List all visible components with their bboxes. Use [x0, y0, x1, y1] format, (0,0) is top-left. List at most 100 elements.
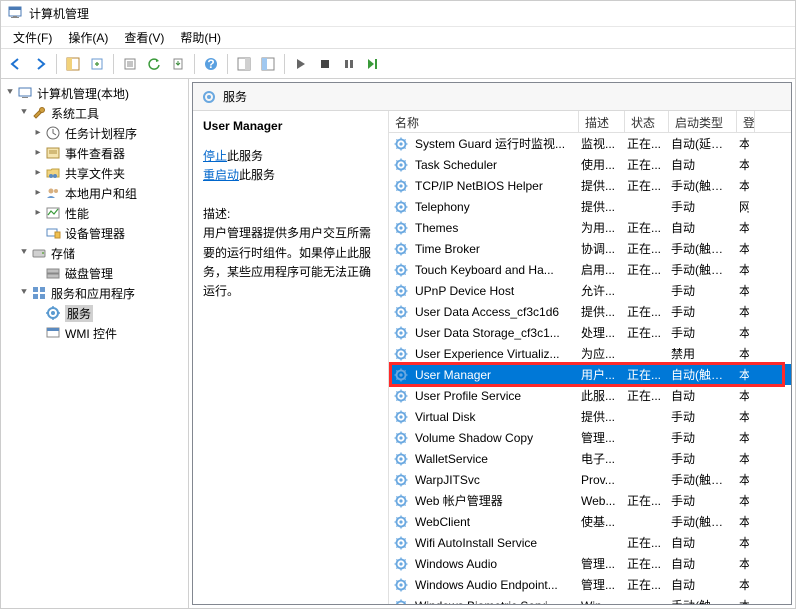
cell-description: 协调... — [577, 240, 623, 257]
col-header-name[interactable]: 名称 — [389, 111, 579, 132]
list-body[interactable]: System Guard 运行时监视...监视...正在...自动(延迟...本… — [389, 133, 791, 604]
pause-service-button[interactable] — [338, 53, 360, 75]
col-header-description[interactable]: 描述 — [579, 111, 625, 132]
disk-management-icon — [45, 265, 61, 281]
menu-view[interactable]: 查看(V) — [116, 27, 172, 48]
service-row[interactable]: Windows Audio管理...正在...自动本 — [389, 553, 791, 574]
cell-logon: 本 — [735, 429, 749, 446]
cell-description: 处理... — [577, 324, 623, 341]
col-header-logon[interactable]: 登 — [737, 111, 755, 132]
export-button[interactable] — [167, 53, 189, 75]
expand-icon[interactable]: ▸ — [31, 208, 45, 218]
show-hide-tree-button[interactable] — [62, 53, 84, 75]
service-row[interactable]: Virtual Disk提供...手动本 — [389, 406, 791, 427]
toolbar-separator — [194, 54, 195, 74]
show-hide-console-tree-button[interactable] — [257, 53, 279, 75]
tree-node-services[interactable]: 服务 — [1, 303, 188, 323]
restart-service-link[interactable]: 重启动 — [203, 168, 239, 182]
service-row[interactable]: TCP/IP NetBIOS Helper提供...正在...手动(触发...本 — [389, 175, 791, 196]
cell-startup: 手动(触发... — [667, 471, 735, 488]
menu-help[interactable]: 帮助(H) — [172, 27, 229, 48]
help-button[interactable]: ? — [200, 53, 222, 75]
expand-icon[interactable]: ▸ — [31, 168, 45, 178]
gear-icon — [393, 451, 409, 467]
start-service-button[interactable] — [290, 53, 312, 75]
cell-description: 管理... — [577, 555, 623, 572]
tree-node-system-tools[interactable]: ⯆ 系统工具 — [1, 103, 188, 123]
back-button[interactable] — [5, 53, 27, 75]
cell-name: Telephony — [411, 200, 577, 214]
list-header: 名称 描述 状态 启动类型 登 — [389, 111, 791, 133]
stop-service-button[interactable] — [314, 53, 336, 75]
properties-button[interactable] — [119, 53, 141, 75]
service-row[interactable]: Touch Keyboard and Ha...启用...正在...手动(触发.… — [389, 259, 791, 280]
toolbar-separator — [113, 54, 114, 74]
cell-description: 提供... — [577, 177, 623, 194]
service-row[interactable]: UPnP Device Host允许...手动本 — [389, 280, 791, 301]
gear-icon — [393, 388, 409, 404]
col-header-status[interactable]: 状态 — [625, 111, 669, 132]
cell-logon: 本 — [735, 555, 749, 572]
expand-icon[interactable]: ⯆ — [17, 248, 31, 258]
tree-node-disk-management[interactable]: 磁盘管理 — [1, 263, 188, 283]
service-row[interactable]: Volume Shadow Copy管理...手动本 — [389, 427, 791, 448]
tree-node-wmi-control[interactable]: WMI 控件 — [1, 323, 188, 343]
cell-name: Volume Shadow Copy — [411, 431, 577, 445]
expand-icon[interactable]: ⯆ — [17, 108, 31, 118]
cell-name: User Data Storage_cf3c1... — [411, 326, 577, 340]
tree-node-performance[interactable]: ▸ 性能 — [1, 203, 188, 223]
service-row[interactable]: User Manager用户...正在...自动(触发...本 — [389, 364, 791, 385]
cell-logon: 本 — [735, 282, 749, 299]
tree-node-local-users[interactable]: ▸ 本地用户和组 — [1, 183, 188, 203]
menu-action[interactable]: 操作(A) — [60, 27, 116, 48]
tree-node-device-manager[interactable]: 设备管理器 — [1, 223, 188, 243]
tree-node-root[interactable]: ⯆ 计算机管理(本地) — [1, 83, 188, 103]
cell-status: 正在... — [623, 219, 667, 236]
tree-node-shared-folders[interactable]: ▸ 共享文件夹 — [1, 163, 188, 183]
service-row[interactable]: Windows Audio Endpoint...管理...正在...自动本 — [389, 574, 791, 595]
restart-service-button[interactable] — [362, 53, 384, 75]
show-hide-action-pane-button[interactable] — [233, 53, 255, 75]
forward-button[interactable] — [29, 53, 51, 75]
tree-node-services-apps[interactable]: ⯆ 服务和应用程序 — [1, 283, 188, 303]
tree-node-event-viewer[interactable]: ▸ 事件查看器 — [1, 143, 188, 163]
cell-description: 允许... — [577, 282, 623, 299]
service-row[interactable]: WarpJITSvcProv...手动(触发...本 — [389, 469, 791, 490]
service-row[interactable]: WalletService电子...手动本 — [389, 448, 791, 469]
service-row[interactable]: Time Broker协调...正在...手动(触发...本 — [389, 238, 791, 259]
service-row[interactable]: Task Scheduler使用...正在...自动本 — [389, 154, 791, 175]
cell-logon: 本 — [735, 219, 749, 236]
service-row[interactable]: User Data Storage_cf3c1...处理...正在...手动本 — [389, 322, 791, 343]
service-row[interactable]: System Guard 运行时监视...监视...正在...自动(延迟...本 — [389, 133, 791, 154]
service-row[interactable]: Themes为用...正在...自动本 — [389, 217, 791, 238]
col-header-startup[interactable]: 启动类型 — [669, 111, 737, 132]
tree-node-task-scheduler[interactable]: ▸ 任务计划程序 — [1, 123, 188, 143]
tree-node-storage[interactable]: ⯆ 存储 — [1, 243, 188, 263]
service-row[interactable]: Windows Biometric Servi...Win...手动(触发...… — [389, 595, 791, 604]
refresh-button[interactable] — [143, 53, 165, 75]
expand-icon[interactable]: ▸ — [31, 128, 45, 138]
expand-icon[interactable]: ▸ — [31, 148, 45, 158]
service-row[interactable]: User Experience Virtualiz...为应...禁用本 — [389, 343, 791, 364]
cell-startup: 自动 — [667, 219, 735, 236]
stop-service-link[interactable]: 停止 — [203, 149, 227, 163]
expand-icon[interactable]: ⯆ — [17, 288, 31, 298]
cell-logon: 本 — [735, 366, 749, 383]
service-row[interactable]: Telephony提供...手动网 — [389, 196, 791, 217]
service-row[interactable]: Wifi AutoInstall Service正在...自动本 — [389, 532, 791, 553]
content-header-title: 服务 — [223, 88, 247, 105]
service-row[interactable]: User Data Access_cf3c1d6提供...正在...手动本 — [389, 301, 791, 322]
expand-icon[interactable]: ⯆ — [3, 88, 17, 98]
service-row[interactable]: User Profile Service此服...正在...自动本 — [389, 385, 791, 406]
expand-icon[interactable]: ▸ — [31, 188, 45, 198]
cell-description: 提供... — [577, 408, 623, 425]
cell-description: 为用... — [577, 219, 623, 236]
service-detail-panel: User Manager 停止此服务 重启动此服务 描述: 用户管理器提供多用户… — [193, 111, 389, 604]
service-row[interactable]: WebClient使基...手动(触发...本 — [389, 511, 791, 532]
menu-file[interactable]: 文件(F) — [5, 27, 60, 48]
svg-text:?: ? — [207, 57, 214, 71]
export-list-button[interactable] — [86, 53, 108, 75]
nav-tree[interactable]: ⯆ 计算机管理(本地) ⯆ 系统工具 ▸ 任务计划程序 ▸ 事件查看器 ▸ — [1, 79, 189, 608]
service-row[interactable]: Web 帐户管理器Web...正在...手动本 — [389, 490, 791, 511]
gear-icon — [393, 346, 409, 362]
